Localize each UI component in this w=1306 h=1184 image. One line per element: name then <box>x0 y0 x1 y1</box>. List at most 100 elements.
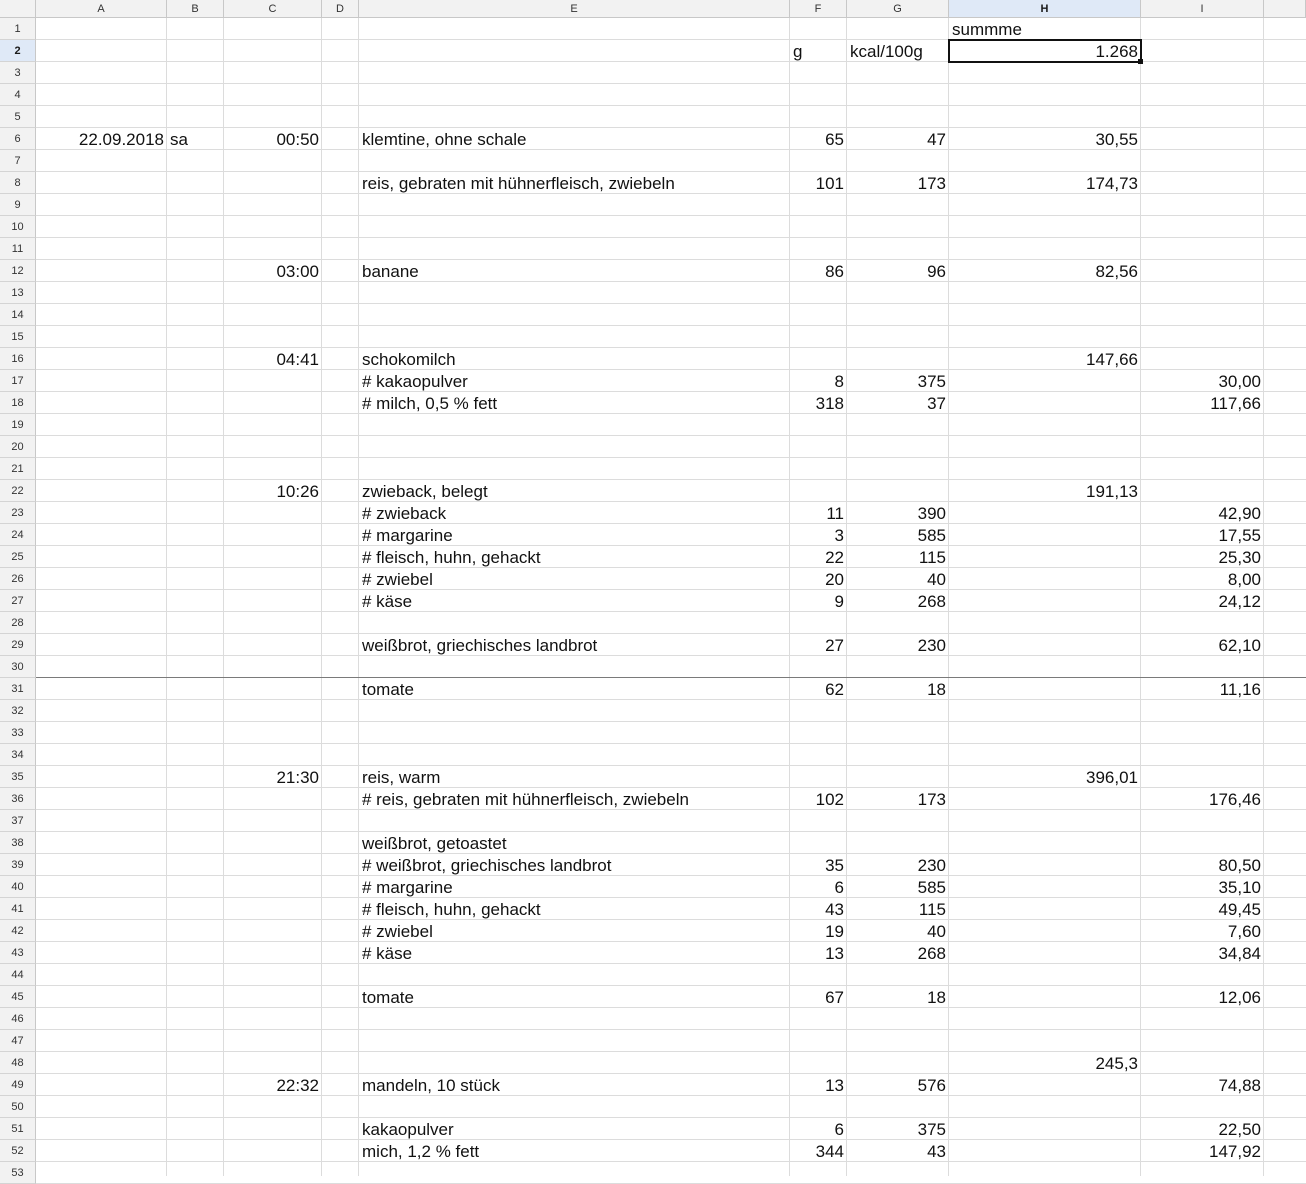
row-header-3[interactable]: 3 <box>0 62 36 84</box>
cell-f2[interactable]: g <box>790 40 847 62</box>
column-header-g[interactable]: G <box>847 0 949 18</box>
cell-c49[interactable]: 22:32 <box>224 1074 322 1096</box>
cell-i26[interactable]: 8,00 <box>1141 568 1264 590</box>
row-header-46[interactable]: 46 <box>0 1008 36 1030</box>
row-header-8[interactable]: 8 <box>0 172 36 194</box>
cell-h1[interactable]: summme <box>949 18 1141 40</box>
cell-a6[interactable]: 22.09.2018 <box>36 128 167 150</box>
column-header-h[interactable]: H <box>949 0 1141 18</box>
cell-g43[interactable]: 268 <box>847 942 949 964</box>
row-header-27[interactable]: 27 <box>0 590 36 612</box>
cell-e17[interactable]: # kakaopulver <box>359 370 790 392</box>
row-header-26[interactable]: 26 <box>0 568 36 590</box>
cell-g24[interactable]: 585 <box>847 524 949 546</box>
cell-g29[interactable]: 230 <box>847 634 949 656</box>
cell-e22[interactable]: zwieback, belegt <box>359 480 790 502</box>
row-header-12[interactable]: 12 <box>0 260 36 282</box>
cell-g27[interactable]: 268 <box>847 590 949 612</box>
row-header-24[interactable]: 24 <box>0 524 36 546</box>
row-header-39[interactable]: 39 <box>0 854 36 876</box>
cell-e27[interactable]: # käse <box>359 590 790 612</box>
cell-i17[interactable]: 30,00 <box>1141 370 1264 392</box>
row-header-2[interactable]: 2 <box>0 40 36 62</box>
row-header-38[interactable]: 38 <box>0 832 36 854</box>
cell-g31[interactable]: 18 <box>847 678 949 700</box>
cell-e12[interactable]: banane <box>359 260 790 282</box>
cell-f51[interactable]: 6 <box>790 1118 847 1140</box>
cell-i52[interactable]: 147,92 <box>1141 1140 1264 1162</box>
row-header-31[interactable]: 31 <box>0 678 36 700</box>
row-header-6[interactable]: 6 <box>0 128 36 150</box>
cell-g41[interactable]: 115 <box>847 898 949 920</box>
row-header-7[interactable]: 7 <box>0 150 36 172</box>
row-header-16[interactable]: 16 <box>0 348 36 370</box>
cell-f6[interactable]: 65 <box>790 128 847 150</box>
spreadsheet-grid[interactable]: A B C D E F G H I 1 2 3 4 5 6 7 8 9 10 11 12 13 14 15 16 17 18 19 20… <box>0 0 1306 1184</box>
row-header-17[interactable]: 17 <box>0 370 36 392</box>
cell-f26[interactable]: 20 <box>790 568 847 590</box>
row-header-5[interactable]: 5 <box>0 106 36 128</box>
cell-h22[interactable]: 191,13 <box>949 480 1141 502</box>
column-header-f[interactable]: F <box>790 0 847 18</box>
row-header-20[interactable]: 20 <box>0 436 36 458</box>
cell-i43[interactable]: 34,84 <box>1141 942 1264 964</box>
cell-f39[interactable]: 35 <box>790 854 847 876</box>
cell-e24[interactable]: # margarine <box>359 524 790 546</box>
cell-c22[interactable]: 10:26 <box>224 480 322 502</box>
cell-i25[interactable]: 25,30 <box>1141 546 1264 568</box>
row-header-28[interactable]: 28 <box>0 612 36 634</box>
cell-e35[interactable]: reis, warm <box>359 766 790 788</box>
row-header-42[interactable]: 42 <box>0 920 36 942</box>
cell-h6[interactable]: 30,55 <box>949 128 1141 150</box>
cell-h35[interactable]: 396,01 <box>949 766 1141 788</box>
row-header-9[interactable]: 9 <box>0 194 36 216</box>
cell-f25[interactable]: 22 <box>790 546 847 568</box>
cell-h2[interactable]: 1.268 <box>949 40 1141 62</box>
cell-e41[interactable]: # fleisch, huhn, gehackt <box>359 898 790 920</box>
select-all-corner[interactable] <box>0 0 36 18</box>
row-header-4[interactable]: 4 <box>0 84 36 106</box>
cell-f40[interactable]: 6 <box>790 876 847 898</box>
cell-e42[interactable]: # zwiebel <box>359 920 790 942</box>
cell-e6[interactable]: klemtine, ohne schale <box>359 128 790 150</box>
cell-i45[interactable]: 12,06 <box>1141 986 1264 1008</box>
cell-e45[interactable]: tomate <box>359 986 790 1008</box>
cell-g26[interactable]: 40 <box>847 568 949 590</box>
row-header-47[interactable]: 47 <box>0 1030 36 1052</box>
row-header-25[interactable]: 25 <box>0 546 36 568</box>
cell-c6[interactable]: 00:50 <box>224 128 322 150</box>
cell-g42[interactable]: 40 <box>847 920 949 942</box>
cell-i36[interactable]: 176,46 <box>1141 788 1264 810</box>
row-header-23[interactable]: 23 <box>0 502 36 524</box>
cell-f49[interactable]: 13 <box>790 1074 847 1096</box>
row-header-43[interactable]: 43 <box>0 942 36 964</box>
cell-f18[interactable]: 318 <box>790 392 847 414</box>
cell-g2[interactable]: kcal/100g <box>847 40 949 62</box>
row-header-49[interactable]: 49 <box>0 1074 36 1096</box>
cell-g6[interactable]: 47 <box>847 128 949 150</box>
row-header-44[interactable]: 44 <box>0 964 36 986</box>
cell-f43[interactable]: 13 <box>790 942 847 964</box>
cell-i49[interactable]: 74,88 <box>1141 1074 1264 1096</box>
column-header-blank[interactable] <box>1264 0 1306 18</box>
row-header-33[interactable]: 33 <box>0 722 36 744</box>
cell-g51[interactable]: 375 <box>847 1118 949 1140</box>
row-header-40[interactable]: 40 <box>0 876 36 898</box>
cell-e18[interactable]: # milch, 0,5 % fett <box>359 392 790 414</box>
cell-e40[interactable]: # margarine <box>359 876 790 898</box>
cell-i41[interactable]: 49,45 <box>1141 898 1264 920</box>
fill-handle[interactable] <box>1138 59 1143 64</box>
row-header-1[interactable]: 1 <box>0 18 36 40</box>
cell-e23[interactable]: # zwieback <box>359 502 790 524</box>
cell-i18[interactable]: 117,66 <box>1141 392 1264 414</box>
cell-f41[interactable]: 43 <box>790 898 847 920</box>
cell-h12[interactable]: 82,56 <box>949 260 1141 282</box>
row-header-29[interactable]: 29 <box>0 634 36 656</box>
cell-f45[interactable]: 67 <box>790 986 847 1008</box>
cell-h16[interactable]: 147,66 <box>949 348 1141 370</box>
row-header-14[interactable]: 14 <box>0 304 36 326</box>
cell-f31[interactable]: 62 <box>790 678 847 700</box>
cell-f29[interactable]: 27 <box>790 634 847 656</box>
column-header-i[interactable]: I <box>1141 0 1264 18</box>
cell-f36[interactable]: 102 <box>790 788 847 810</box>
